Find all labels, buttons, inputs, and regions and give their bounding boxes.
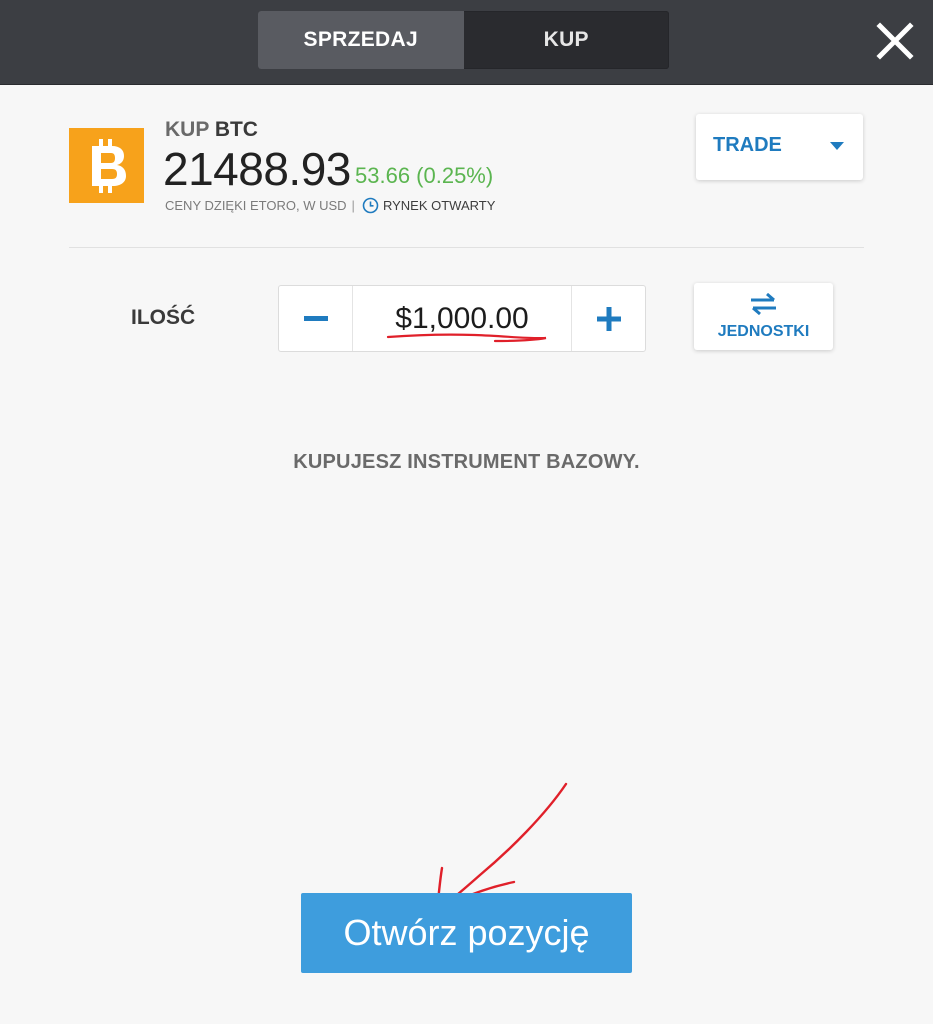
increase-amount-button[interactable] — [571, 286, 645, 351]
price-source: CENY DZIĘKI ETORO, W USD — [165, 198, 347, 213]
divider — [69, 247, 864, 248]
annotation-underline — [386, 333, 547, 343]
units-toggle-button[interactable]: JEDNOSTKI — [694, 283, 833, 350]
trade-dropdown[interactable]: TRADE — [696, 114, 863, 180]
instrument-symbol: BTC — [214, 118, 258, 141]
tab-sell[interactable]: SPRZEDAJ — [258, 11, 464, 69]
price-subline: CENY DZIĘKI ETORO, W USD | RYNEK OTWARTY — [165, 197, 495, 214]
close-button[interactable] — [876, 22, 914, 60]
open-position-button[interactable]: Otwórz pozycję — [301, 893, 632, 973]
tab-buy[interactable]: KUP — [464, 11, 670, 69]
decrease-amount-button[interactable] — [279, 286, 353, 351]
caret-down-icon — [830, 142, 844, 150]
subline-separator: | — [351, 198, 355, 213]
trade-dropdown-label: TRADE — [713, 134, 782, 156]
market-status: RYNEK OTWARTY — [382, 198, 496, 213]
top-bar: SPRZEDAJ KUP — [0, 0, 933, 85]
swap-arrows-icon — [751, 293, 776, 315]
clock-icon — [362, 197, 379, 214]
instrument-title: KUP BTC — [165, 118, 258, 142]
info-message: KUPUJESZ INSTRUMENT BAZOWY. — [293, 451, 640, 473]
units-toggle-label: JEDNOSTKI — [717, 323, 810, 340]
bitcoin-icon — [91, 138, 126, 193]
instrument-price: 21488.93 — [163, 143, 351, 195]
close-icon — [876, 22, 914, 60]
bitcoin-logo — [69, 128, 144, 203]
amount-label: ILOŚĆ — [131, 306, 196, 329]
minus-icon — [303, 316, 328, 321]
buy-sell-tabs: SPRZEDAJ KUP — [258, 11, 669, 69]
instrument-action: KUP — [165, 118, 209, 141]
plus-icon — [596, 306, 621, 331]
price-change: 53.66 (0.25%) — [355, 163, 494, 188]
